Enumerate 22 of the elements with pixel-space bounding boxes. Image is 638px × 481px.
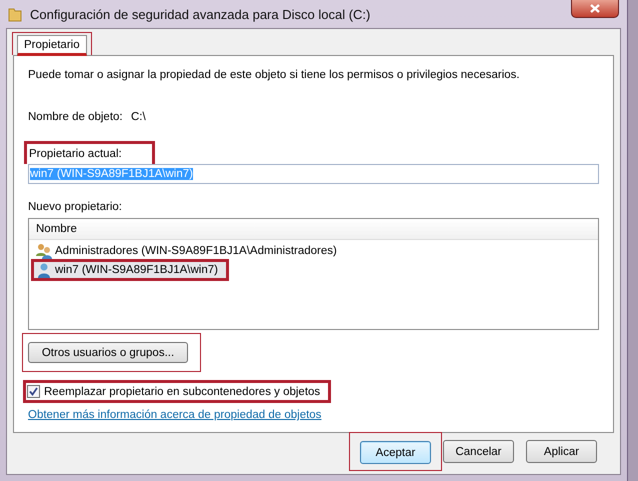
close-button[interactable]	[571, 0, 619, 18]
owner-tab[interactable]: Propietario	[17, 35, 87, 56]
folder-icon	[8, 6, 22, 22]
users-icon	[36, 243, 52, 259]
object-name-value: C:\	[131, 111, 146, 123]
dialog-button[interactable]: Cancelar	[443, 440, 514, 463]
object-name-label: Nombre de objeto:	[28, 111, 124, 123]
dialog-button[interactable]: Aplicar	[526, 440, 597, 463]
owner-list-item[interactable]: Administradores (WIN-S9A89F1BJ1A\Administradores)	[34, 243, 345, 259]
dialog-button[interactable]: Aceptar	[360, 441, 431, 464]
window-title: Configuración de seguridad avanzada para Disco local (C:)	[30, 6, 370, 22]
current-owner-label: Propietario actual:	[24, 141, 155, 164]
intro-text: Puede tomar o asignar la propiedad de este objeto si tiene los permisos o privilegios necesarios.	[28, 69, 521, 81]
close-icon	[590, 4, 600, 13]
new-owner-label: Nuevo propietario:	[28, 201, 123, 213]
user-icon	[36, 262, 52, 278]
checkbox[interactable]	[27, 385, 40, 398]
owner-list-item[interactable]: win7 (WIN-S9A89F1BJ1A\win7)	[34, 262, 226, 278]
help-link[interactable]: Obtener más información acerca de propiedad de objetos	[28, 409, 322, 421]
replace-owner-checkbox[interactable]: Reemplazar propietario en subcontenedores y objetos	[27, 385, 320, 398]
other-users-button[interactable]: Otros usuarios o grupos...	[28, 342, 188, 363]
check-icon	[29, 387, 38, 396]
